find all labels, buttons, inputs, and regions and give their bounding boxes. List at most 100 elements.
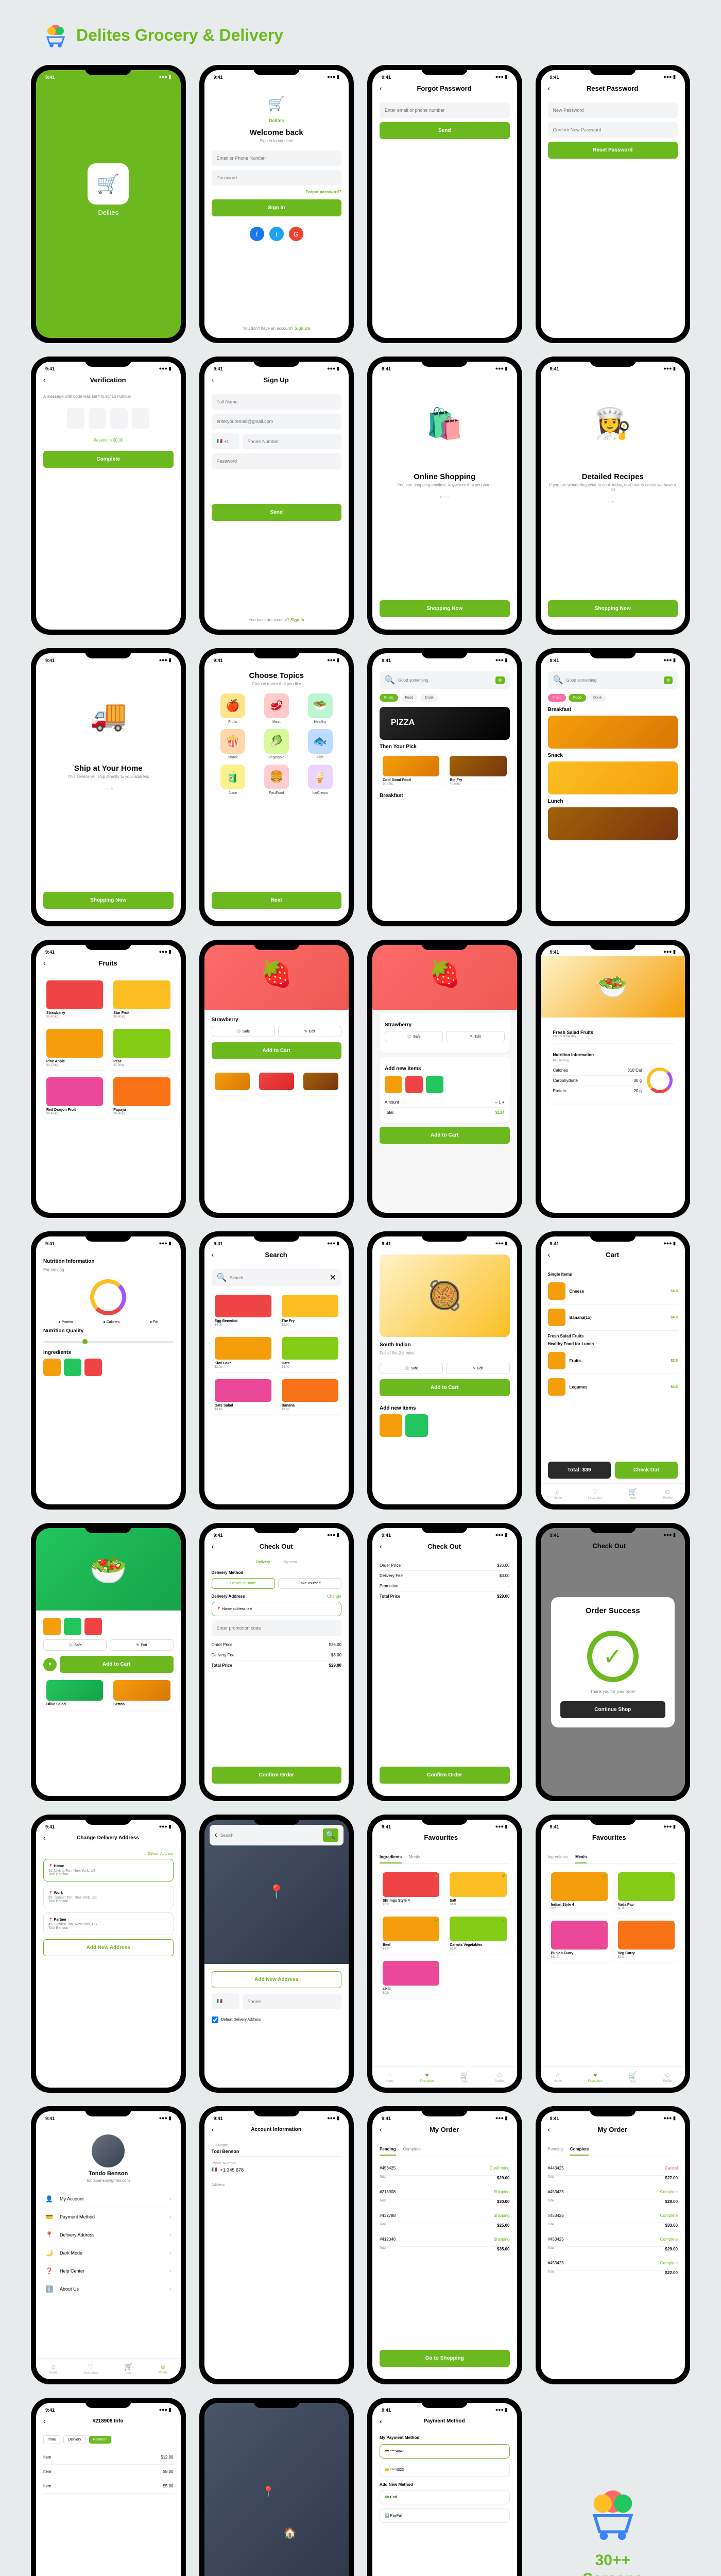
cart-item[interactable]: Fruits$3.0: [548, 1348, 678, 1374]
fav-card[interactable]: ♥Beef$3.0: [380, 1913, 442, 1954]
chip-drink[interactable]: Drink: [420, 694, 438, 702]
back-icon[interactable]: ‹: [380, 2417, 382, 2425]
filter-icon[interactable]: ⚙: [495, 676, 504, 684]
chip-fruits[interactable]: Fruits: [380, 694, 398, 702]
search-bar[interactable]: 🔍⚙: [548, 671, 678, 689]
cod-item[interactable]: 💵 Cod: [380, 2490, 510, 2504]
menu-item[interactable]: ℹ️About Us›: [43, 2280, 174, 2298]
topic-item[interactable]: 🧃Juice: [214, 765, 252, 795]
fav-card[interactable]: ♥Punjab Curry$11.0: [548, 1918, 611, 1962]
cart-item[interactable]: Cheese$4.0: [548, 1278, 678, 1304]
search-result[interactable]: Oats Salad$3.10: [212, 1376, 274, 1414]
send-button[interactable]: Send: [212, 504, 342, 521]
password-input[interactable]: [212, 170, 342, 185]
twitter-button[interactable]: t: [269, 227, 284, 241]
tab-meals[interactable]: Meals: [575, 1852, 587, 1863]
tab-complete[interactable]: Complete: [570, 2144, 589, 2156]
nav-fav[interactable]: ♡Favourites: [588, 1488, 603, 1500]
filter-icon[interactable]: ⚙: [664, 676, 673, 684]
back-icon[interactable]: ‹: [212, 1542, 214, 1550]
search-result[interactable]: Oats$4.40: [279, 1334, 341, 1372]
tab-complete[interactable]: Complete: [403, 2144, 421, 2156]
order-item[interactable]: #453425Complete: [548, 2232, 678, 2247]
add-cart-button[interactable]: Add to Cart: [380, 1379, 510, 1396]
nav-home[interactable]: ⌂Home: [385, 2071, 393, 2083]
edit-action[interactable]: ✎ Edit: [278, 1026, 341, 1037]
menu-item[interactable]: 🌙Dark Mode›: [43, 2244, 174, 2262]
country-select[interactable]: 🇮🇹 +1: [212, 433, 239, 449]
fruit-card[interactable]: Pine Apple$0.27/kg: [43, 1026, 106, 1070]
address-item[interactable]: 📍 Home51 Jayling Ton, New York, USTodi B…: [43, 1859, 174, 1882]
order-item[interactable]: #453425Complete: [548, 2185, 678, 2199]
nav-cart[interactable]: 🛒Cart: [629, 2071, 637, 2083]
shopping-button[interactable]: Go to Shopping: [380, 2350, 510, 2367]
topic-item[interactable]: 🍔FastFood: [257, 765, 296, 795]
menu-item[interactable]: 📍Delivery Address›: [43, 2226, 174, 2244]
add-address-button[interactable]: Add New Address: [212, 1971, 342, 1988]
order-item[interactable]: #453425Complete: [548, 2256, 678, 2270]
checkout-button[interactable]: Check Out: [615, 1462, 678, 1479]
fav-card[interactable]: ♥Shrimps Style 4$2.0: [380, 1869, 442, 1909]
fruit-card[interactable]: Star Fruit$0.60/kg: [110, 977, 173, 1022]
phone-input[interactable]: [243, 434, 342, 449]
back-icon[interactable]: ‹: [380, 84, 382, 92]
topic-item[interactable]: 🐟Fish: [301, 729, 339, 759]
take-yourself[interactable]: Take Yourself: [278, 1578, 341, 1589]
tab-meals[interactable]: Meals: [409, 1852, 420, 1863]
tab-pending[interactable]: Pending: [548, 2144, 563, 2156]
fav-card[interactable]: ♥Indian Style 4$12.0: [548, 1869, 611, 1913]
topic-item[interactable]: 🍦IceCream: [301, 765, 339, 795]
back-icon[interactable]: ‹: [212, 2125, 214, 2133]
safe-action[interactable]: ⚪ Safe: [380, 1363, 443, 1374]
nav-profile[interactable]: ☺Profile: [663, 2071, 672, 2083]
card-item[interactable]: 💳 ****4847: [380, 2444, 510, 2459]
resend-link[interactable]: Resend in 00:30: [43, 438, 174, 443]
search-result[interactable]: Kiwi Cake$2.00: [212, 1334, 274, 1372]
signup-link[interactable]: Sign Up: [295, 326, 310, 331]
tab-time[interactable]: Time: [43, 2435, 60, 2444]
order-item[interactable]: #412348Shipping: [380, 2232, 510, 2247]
nav-fav[interactable]: ♥Favourites: [420, 2071, 434, 2083]
country-select[interactable]: 🇮🇹: [212, 1993, 239, 2009]
related-card[interactable]: [256, 1070, 297, 1095]
reset-button[interactable]: Reset Password: [548, 142, 678, 159]
otp-input[interactable]: [132, 408, 149, 429]
add-cart-button[interactable]: Add to Cart: [212, 1042, 342, 1059]
edit-action[interactable]: ✎ Edit: [446, 1363, 509, 1374]
promo-input[interactable]: [212, 1620, 342, 1636]
back-icon[interactable]: ‹: [380, 1542, 382, 1550]
continue-button[interactable]: Continue Shop: [560, 1701, 666, 1718]
deliver-home[interactable]: Deliver to Home: [212, 1578, 275, 1589]
fav-card[interactable]: ♥Vada Pav$8.0: [615, 1869, 678, 1913]
banner-lunch[interactable]: [548, 807, 678, 840]
order-item[interactable]: #432788Shipping: [380, 2209, 510, 2223]
search-bar[interactable]: 🔍⚙: [380, 671, 510, 689]
related-card[interactable]: [300, 1070, 341, 1095]
tab-ingredients[interactable]: Ingredients: [380, 1852, 402, 1863]
password-input[interactable]: [212, 453, 342, 469]
back-icon[interactable]: ‹: [548, 2125, 551, 2133]
food-card[interactable]: Olive Salad: [43, 1677, 106, 1710]
nav-cart[interactable]: 🛒Cart: [124, 2363, 132, 2375]
add-cart-button[interactable]: Add to Cart: [60, 1656, 174, 1673]
new-password-input[interactable]: [548, 103, 678, 118]
order-item[interactable]: #218908Shipping: [380, 2185, 510, 2199]
tab-delivery[interactable]: Delivery: [63, 2435, 85, 2444]
search-bar[interactable]: 🔍✕: [212, 1269, 342, 1286]
fav-toggle[interactable]: ♥: [43, 1658, 57, 1671]
order-item[interactable]: #453425Confirming: [380, 2161, 510, 2176]
fruit-card[interactable]: Pear$1.0/kg: [110, 1026, 173, 1070]
fruit-card[interactable]: Papaya$0.80/kg: [110, 1074, 173, 1118]
menu-item[interactable]: 💳Payment Method›: [43, 2208, 174, 2226]
safe-action[interactable]: ⚪ Safe: [212, 1026, 275, 1037]
tab-payment[interactable]: Payment: [89, 2436, 112, 2444]
banner-breakfast[interactable]: [548, 716, 678, 749]
otp-input[interactable]: [89, 408, 106, 429]
tab-pending[interactable]: Pending: [380, 2144, 396, 2156]
search-result[interactable]: The Fry$3.20: [279, 1292, 341, 1330]
fav-card[interactable]: ♥Veg Curry$9.0: [615, 1918, 678, 1962]
back-icon[interactable]: ‹: [548, 1250, 551, 1259]
nav-cart[interactable]: 🛒Cart: [629, 1488, 637, 1500]
cart-item[interactable]: Banana(1x)$4.0: [548, 1304, 678, 1331]
map-view[interactable]: 📍 🏠: [204, 2403, 349, 2576]
